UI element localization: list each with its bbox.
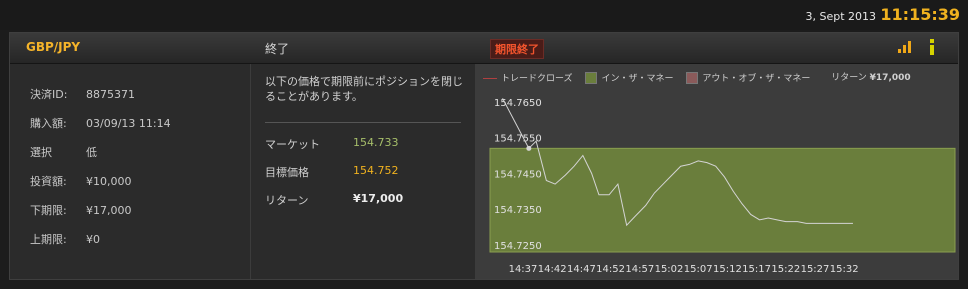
current-date: 3, Sept 2013 xyxy=(805,10,876,23)
detail-label: 上期限: xyxy=(30,233,67,246)
price-chart: トレードクローズ イン・ザ・マネー アウト・オブ・ザ・マネー リターン ¥17,… xyxy=(475,64,958,279)
detail-label: 決済ID: xyxy=(30,88,68,101)
x-tick-label: 14:37 xyxy=(509,264,538,275)
detail-value: ¥17,000 xyxy=(86,204,132,217)
x-tick-label: 14:57 xyxy=(625,264,654,275)
y-tick-label: 154.7350 xyxy=(494,205,542,216)
detail-label: 投資額: xyxy=(30,175,67,188)
trade-details: 決済ID: 8875371 購入額: 03/09/13 11:14 選択 低 投資額:… xyxy=(10,64,250,279)
detail-value: ¥10,000 xyxy=(86,175,132,188)
market-label: マーケット xyxy=(265,138,320,151)
x-tick-label: 15:07 xyxy=(684,264,713,275)
top-bar: 3, Sept 2013 11:15:39 xyxy=(0,0,968,30)
chart-toggle-icon[interactable] xyxy=(898,41,912,53)
currency-pair: GBP/JPY xyxy=(26,40,81,54)
summary-divider xyxy=(265,122,461,123)
expired-badge: 期限終了 xyxy=(490,39,544,59)
detail-row-upper-limit: 上期限: ¥0 xyxy=(30,231,100,247)
detail-value: ¥0 xyxy=(86,233,100,246)
detail-row-settlement-id: 決済ID: 8875371 xyxy=(30,86,135,102)
x-tick-label: 15:22 xyxy=(771,264,800,275)
trade-header: GBP/JPY 終了 期限終了 xyxy=(10,33,958,64)
price-line-chart: 154.7650154.7550154.7450154.7350154.7250… xyxy=(489,98,956,275)
x-tick-label: 15:12 xyxy=(713,264,742,275)
y-tick-label: 154.7450 xyxy=(494,169,542,180)
x-tick-label: 14:42 xyxy=(538,264,567,275)
detail-value: 低 xyxy=(86,146,97,159)
detail-row-purchase: 購入額: 03/09/13 11:14 xyxy=(30,115,171,131)
x-tick-label: 14:52 xyxy=(596,264,625,275)
in-the-money-band xyxy=(489,147,956,253)
trade-panel: GBP/JPY 終了 期限終了 決済ID: 8875371 購入額: 03/09/1… xyxy=(9,32,959,280)
close-note: 以下の価格で期限前にポジションを閉じることがあります。 xyxy=(265,75,463,103)
detail-value: 03/09/13 11:14 xyxy=(86,117,171,130)
x-tick-label: 15:17 xyxy=(742,264,771,275)
y-tick-label: 154.7650 xyxy=(494,98,542,109)
trade-close-point xyxy=(526,145,532,151)
target-label: 目標価格 xyxy=(265,166,309,179)
detail-row-selection: 選択 低 xyxy=(30,144,97,160)
x-tick-label: 15:27 xyxy=(801,264,830,275)
return-label: リターン xyxy=(265,194,309,207)
y-tick-label: 154.7250 xyxy=(494,241,542,252)
x-tick-label: 15:32 xyxy=(830,264,859,275)
market-value: 154.733 xyxy=(353,136,399,149)
x-tick-label: 14:47 xyxy=(567,264,596,275)
detail-row-investment: 投資額: ¥10,000 xyxy=(30,173,132,189)
target-value: 154.752 xyxy=(353,164,399,177)
detail-label: 選択 xyxy=(30,146,52,159)
detail-label: 下期限: xyxy=(30,204,67,217)
trade-status: 終了 xyxy=(265,42,290,56)
x-tick-label: 15:02 xyxy=(655,264,684,275)
detail-label: 購入額: xyxy=(30,117,67,130)
info-icon[interactable] xyxy=(928,39,936,55)
price-summary: 以下の価格で期限前にポジションを閉じることがあります。 マーケット 154.73… xyxy=(251,64,475,279)
detail-value: 8875371 xyxy=(86,88,135,101)
current-time: 11:15:39 xyxy=(880,5,960,24)
return-value: ¥17,000 xyxy=(353,192,404,205)
detail-row-lower-limit: 下期限: ¥17,000 xyxy=(30,202,132,218)
